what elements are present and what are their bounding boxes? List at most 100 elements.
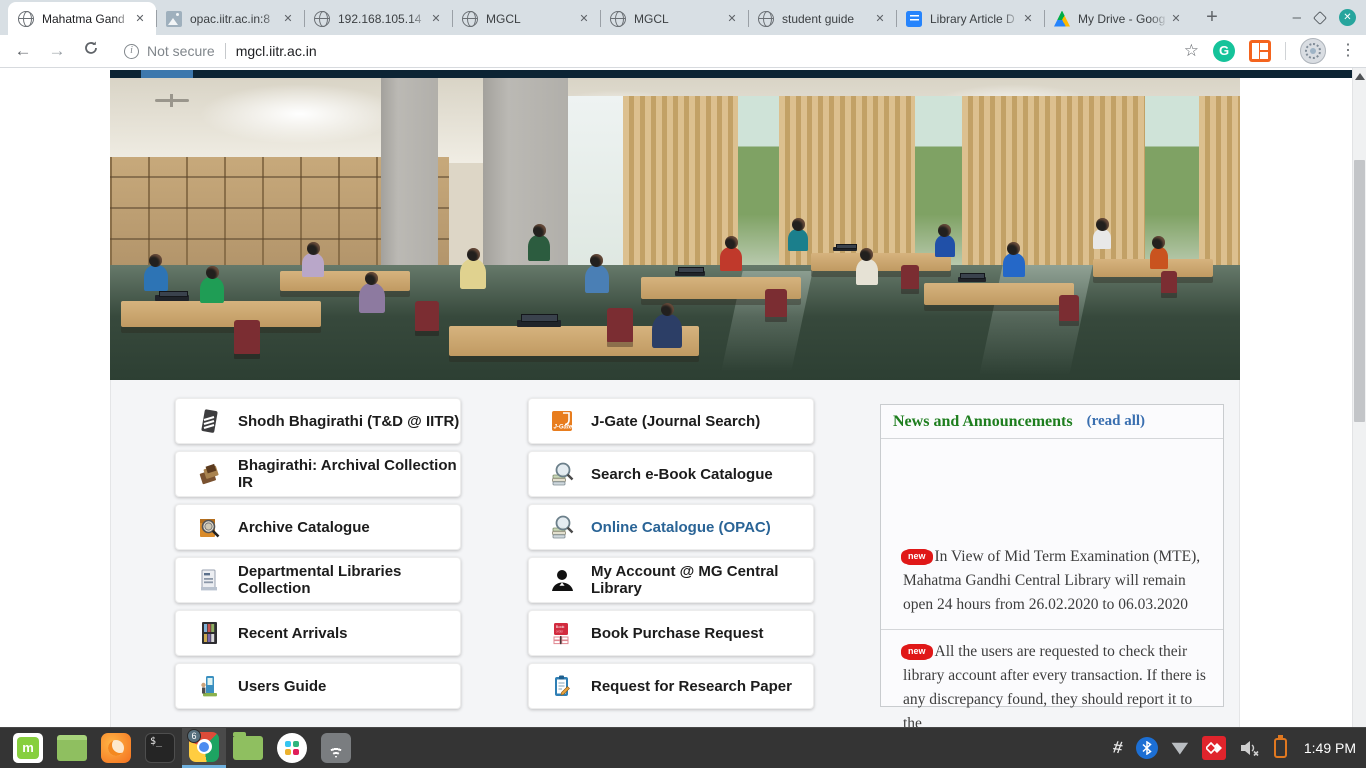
globe-favicon [758,11,774,27]
link-label: Recent Arrivals [238,625,348,642]
tab-ip-address[interactable]: 192.168.105.14 ✕ [304,2,452,35]
news-text: In View of Mid Term Examination (MTE), M… [903,548,1200,613]
tab-library-article[interactable]: Library Article D ✕ [896,2,1044,35]
slack-launcher[interactable] [270,728,314,768]
image-favicon [166,11,182,27]
firefox-launcher[interactable] [94,728,138,768]
link-shodh-bhagirathi[interactable]: Shodh Bhagirathi (T&D @ IITR) [175,398,461,444]
department-building-icon [196,567,222,593]
thesis-book-icon [196,408,222,434]
terminal-launcher[interactable]: $_ [138,728,182,768]
link-jgate[interactable]: J-Gate J-Gate (Journal Search) [528,398,814,444]
link-departmental-libraries[interactable]: Departmental Libraries Collection [175,557,461,603]
grammarly-extension-icon[interactable]: G [1213,40,1235,62]
tab-title: MGCL [486,12,576,26]
tab-close-icon[interactable]: ✕ [724,11,740,27]
profile-avatar[interactable] [1300,38,1326,64]
back-button[interactable]: ← [10,38,36,64]
firefox-icon [101,733,131,763]
tab-mgcl-2[interactable]: MGCL ✕ [600,2,748,35]
globe-favicon [462,11,478,27]
link-book-purchase[interactable]: Bookorder Book Purchase Request [528,610,814,656]
link-users-guide[interactable]: Users Guide [175,663,461,709]
tab-close-icon[interactable]: ✕ [872,11,888,27]
network-signal-icon[interactable] [1171,742,1189,755]
link-archival-collection[interactable]: Bhagirathi: Archival Collection IR [175,451,461,497]
jgate-logo-icon: J-Gate [549,408,575,434]
link-label: Bhagirathi: Archival Collection IR [238,457,460,491]
tab-opac[interactable]: opac.iitr.ac.in:8 ✕ [156,2,304,35]
news-item: newAll the users are requested to check … [881,630,1223,727]
window-count-badge: 6 [187,729,201,743]
new-badge: new [903,644,931,660]
tab-close-icon[interactable]: ✕ [132,11,148,27]
library-photo [110,78,1240,380]
tab-close-icon[interactable]: ✕ [280,11,296,27]
news-title: News and Announcements [893,413,1073,431]
browser-tab-strip: Mahatma Gand ✕ opac.iitr.ac.in:8 ✕ 192.1… [0,0,1366,35]
link-label: Search e-Book Catalogue [591,466,773,483]
restore-button[interactable] [1313,10,1327,24]
tab-close-icon[interactable]: ✕ [428,11,444,27]
taskbar-clock: 1:49 PM [1304,740,1356,756]
new-tab-button[interactable]: + [1198,4,1226,32]
link-label: Archive Catalogue [238,519,370,536]
security-label: Not secure [147,43,215,59]
mint-logo-icon: m [13,733,43,763]
tab-close-icon[interactable]: ✕ [576,11,592,27]
link-recent-arrivals[interactable]: Recent Arrivals [175,610,461,656]
book-search-icon [549,461,575,487]
svg-text:J-Gate: J-Gate [554,425,573,431]
anydesk-icon[interactable] [1202,736,1226,760]
files-launcher[interactable] [226,728,270,768]
browser-menu-icon[interactable]: ⋮ [1340,44,1356,58]
refresh-button[interactable] [78,38,104,64]
bookmark-star-icon[interactable]: ☆ [1184,41,1199,61]
chrome-window-button[interactable]: 6 [182,728,226,768]
scroll-up-arrow[interactable] [1355,73,1365,80]
news-item: newIn View of Mid Term Examination (MTE)… [881,439,1223,629]
tab-close-icon[interactable]: ✕ [1168,11,1184,27]
show-desktop-button[interactable] [50,728,94,768]
taskbar: m $_ 6 # 1:49 PM [0,727,1366,768]
slack-icon [277,733,307,763]
info-icon[interactable]: i [124,44,139,59]
google-docs-favicon [906,11,922,27]
tab-close-icon[interactable]: ✕ [1020,11,1036,27]
link-my-account[interactable]: My Account @ MG Central Library [528,557,814,603]
svg-text:order: order [556,630,564,634]
page-scrollbar[interactable] [1352,68,1366,727]
close-window-button[interactable]: ✕ [1339,9,1356,26]
link-archive-catalogue[interactable]: Archive Catalogue [175,504,461,550]
google-drive-favicon [1054,11,1070,27]
folder-search-icon [196,514,222,540]
read-all-link[interactable]: (read all) [1087,413,1145,430]
wifi-app-icon [321,733,351,763]
tab-mahatma-gandhi[interactable]: Mahatma Gand ✕ [8,2,156,35]
bluetooth-icon[interactable] [1136,737,1158,759]
screen: Mahatma Gand ✕ opac.iitr.ac.in:8 ✕ 192.1… [0,0,1366,768]
book-search-icon [549,514,575,540]
tab-mgcl-1[interactable]: MGCL ✕ [452,2,600,35]
layout-extension-icon[interactable] [1249,40,1271,62]
address-bar[interactable]: i Not secure mgcl.iitr.ac.in [112,37,1184,65]
link-label: Online Catalogue (OPAC) [591,519,771,536]
minimize-button[interactable]: – [1293,13,1301,23]
scrollbar-thumb[interactable] [1354,160,1365,422]
purchase-form-icon: Bookorder [549,620,575,646]
volume-muted-icon[interactable] [1239,738,1261,758]
network-tool-launcher[interactable] [314,728,358,768]
mint-menu-button[interactable]: m [6,728,50,768]
link-research-paper-request[interactable]: Request for Research Paper [528,663,814,709]
tab-title: Library Article D [930,12,1020,26]
link-opac[interactable]: Online Catalogue (OPAC) [528,504,814,550]
svg-text:Book: Book [556,625,565,629]
slack-tray-icon[interactable]: # [1112,737,1124,758]
tab-my-drive[interactable]: My Drive - Goog ✕ [1044,2,1192,35]
navbar-active-item[interactable] [141,70,193,78]
tab-student-guide[interactable]: student guide ✕ [748,2,896,35]
link-label: Request for Research Paper [591,678,792,695]
forward-button[interactable]: → [44,38,70,64]
battery-icon[interactable] [1274,738,1287,758]
link-ebook-catalogue[interactable]: Search e-Book Catalogue [528,451,814,497]
